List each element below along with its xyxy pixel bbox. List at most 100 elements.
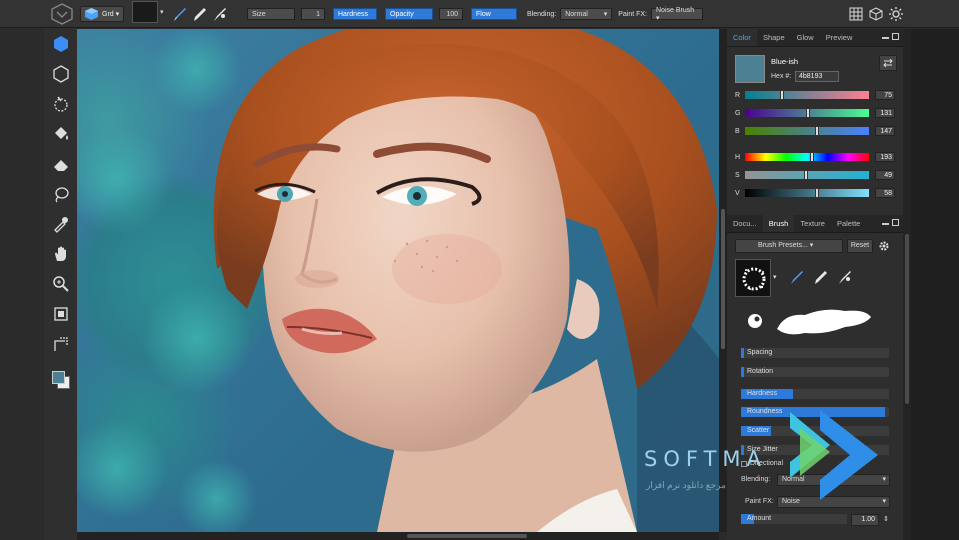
- blue-channel-slider[interactable]: B 147: [735, 125, 899, 137]
- hex-input[interactable]: 4b8193: [795, 71, 839, 82]
- channel-label: G: [735, 109, 741, 117]
- chevron-down-icon: ▾: [603, 11, 608, 18]
- slider-knob[interactable]: [804, 170, 808, 180]
- slider-track[interactable]: [745, 90, 869, 100]
- size-field[interactable]: Size: [247, 8, 295, 20]
- zoom-icon[interactable]: [51, 274, 71, 294]
- canvas[interactable]: [77, 29, 719, 532]
- lasso-polygon-icon[interactable]: [51, 64, 71, 84]
- opacity-slider[interactable]: Opacity: [385, 8, 433, 20]
- slider-knob[interactable]: [810, 152, 814, 162]
- scroll-thumb[interactable]: [407, 534, 527, 538]
- foreground-color-swatch[interactable]: [132, 1, 158, 23]
- chevron-down-icon[interactable]: ▾: [773, 273, 777, 281]
- portrait-painting: [77, 29, 719, 532]
- opacity-value-input[interactable]: 100: [439, 8, 463, 20]
- opacity-label: Opacity: [390, 10, 414, 18]
- brush-rotation-slider[interactable]: Rotation: [741, 367, 889, 377]
- minimize-icon[interactable]: [882, 37, 889, 39]
- slider-track[interactable]: [745, 152, 869, 162]
- blending-select[interactable]: Normal ▾: [560, 8, 613, 20]
- tab-shape[interactable]: Shape: [757, 29, 791, 46]
- tab-glow[interactable]: Glow: [791, 29, 820, 46]
- current-color-swatch[interactable]: [735, 55, 765, 83]
- crop-icon[interactable]: [51, 304, 71, 324]
- tab-palette[interactable]: Palette: [831, 215, 866, 232]
- eraser-icon[interactable]: [51, 154, 71, 174]
- panel-scrollbar[interactable]: [903, 29, 911, 540]
- lasso-icon[interactable]: [51, 184, 71, 204]
- amount-value-input[interactable]: 1.00: [851, 514, 879, 526]
- airbrush-tool-icon[interactable]: [210, 4, 230, 24]
- hand-icon[interactable]: [51, 244, 71, 264]
- paint-bucket-icon[interactable]: [51, 124, 71, 144]
- scroll-thumb[interactable]: [905, 234, 909, 404]
- tab-texture[interactable]: Texture: [794, 215, 831, 232]
- channel-value[interactable]: 75: [875, 90, 895, 100]
- channel-value[interactable]: 193: [875, 152, 895, 162]
- settings-sun-icon[interactable]: [886, 4, 906, 24]
- brush-type-pen-icon[interactable]: [811, 267, 831, 287]
- channel-label: H: [735, 153, 741, 161]
- slider-track[interactable]: [745, 126, 869, 136]
- swap-icon: [883, 59, 893, 67]
- minimize-icon[interactable]: [882, 223, 889, 225]
- cube-view-icon[interactable]: [866, 4, 886, 24]
- amount-slider[interactable]: Amount: [741, 514, 847, 524]
- shape-tool-icon[interactable]: [51, 34, 71, 54]
- magic-wand-icon[interactable]: [51, 94, 71, 114]
- grid-control[interactable]: Grd ▾: [80, 4, 125, 24]
- brush-spacing-slider[interactable]: Spacing: [741, 348, 889, 358]
- swatch-dropdown-icon[interactable]: ▾: [160, 8, 164, 16]
- grid-view-icon[interactable]: [846, 4, 866, 24]
- watermark-brand: SOFTMA: [644, 447, 767, 471]
- property-label: Hardness: [747, 390, 777, 397]
- size-value-input[interactable]: 1: [301, 8, 325, 20]
- tab-color[interactable]: Color: [727, 29, 757, 46]
- slider-track[interactable]: [745, 188, 869, 198]
- channel-value[interactable]: 58: [875, 188, 895, 198]
- slider-track[interactable]: [745, 108, 869, 118]
- green-channel-slider[interactable]: G 131: [735, 107, 899, 119]
- tab-document[interactable]: Docu...: [727, 215, 763, 232]
- red-channel-slider[interactable]: R 75: [735, 89, 899, 101]
- channel-value[interactable]: 49: [875, 170, 895, 180]
- tab-preview[interactable]: Preview: [820, 29, 859, 46]
- grid-button[interactable]: Grd ▾: [80, 6, 125, 22]
- stepper-icon[interactable]: ⇕: [883, 515, 889, 523]
- brush-tip-icon: [742, 267, 766, 291]
- gear-icon[interactable]: [878, 240, 890, 252]
- pen-tool-icon[interactable]: [190, 4, 210, 24]
- slider-track[interactable]: [745, 170, 869, 180]
- slider-knob[interactable]: [780, 90, 784, 100]
- scroll-thumb[interactable]: [721, 209, 725, 349]
- chevron-down-icon: ▾: [882, 476, 886, 483]
- brush-hardness-slider[interactable]: Hardness: [741, 389, 889, 399]
- reset-button[interactable]: Reset: [847, 239, 873, 253]
- eyedropper-icon[interactable]: [51, 214, 71, 234]
- flow-slider[interactable]: Flow: [471, 8, 517, 20]
- swap-colors-button[interactable]: [879, 55, 897, 71]
- canvas-horizontal-scrollbar[interactable]: [77, 532, 719, 540]
- popout-icon[interactable]: [892, 219, 899, 226]
- popout-icon[interactable]: [892, 33, 899, 40]
- channel-value[interactable]: 131: [875, 108, 895, 118]
- channel-value[interactable]: 147: [875, 126, 895, 136]
- paint-fx-select[interactable]: Noise Brush ▾: [651, 7, 703, 22]
- hardness-slider[interactable]: Hardness: [333, 8, 377, 20]
- brush-tool-icon[interactable]: [170, 4, 190, 24]
- brush-type-brush-icon[interactable]: [787, 267, 807, 287]
- value-slider[interactable]: V 58: [735, 187, 899, 199]
- brush-presets-select[interactable]: Brush Presets... ▾: [735, 239, 843, 253]
- brush-tip-preview[interactable]: [735, 259, 771, 297]
- color-swatches-icon[interactable]: [51, 370, 71, 390]
- slider-knob[interactable]: [806, 108, 810, 118]
- tab-brush[interactable]: Brush: [762, 215, 795, 232]
- color-name: Blue-ish: [771, 57, 799, 66]
- slider-knob[interactable]: [815, 188, 819, 198]
- transform-icon[interactable]: [51, 334, 71, 354]
- hue-slider[interactable]: H 193: [735, 151, 899, 163]
- brush-type-airbrush-icon[interactable]: [835, 267, 855, 287]
- saturation-slider[interactable]: S 49: [735, 169, 899, 181]
- slider-knob[interactable]: [815, 126, 819, 136]
